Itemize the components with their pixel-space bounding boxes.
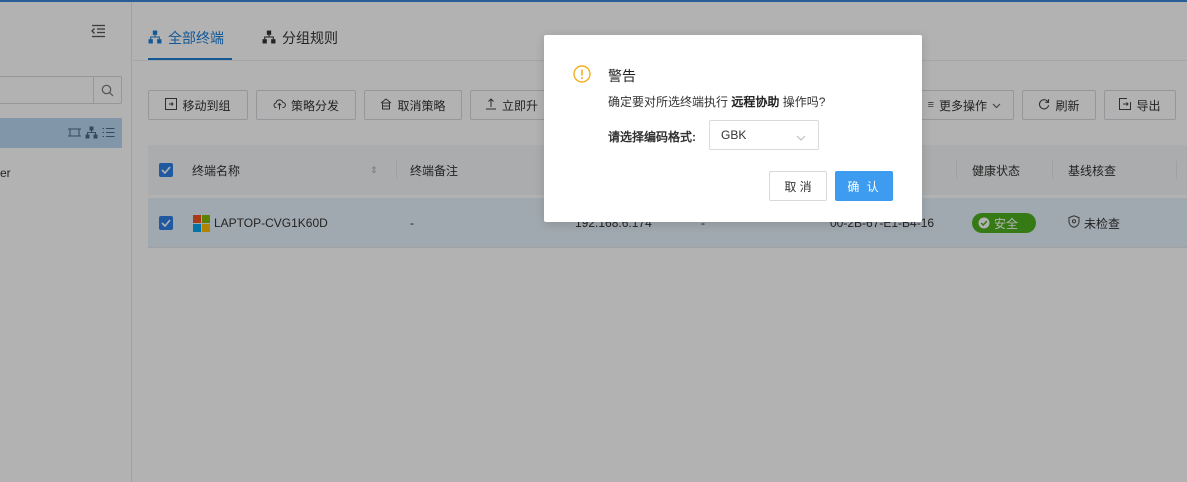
encoding-select[interactable]: GBK <box>709 120 819 150</box>
encoding-label: 请选择编码格式: <box>608 130 696 144</box>
encoding-value: GBK <box>721 128 747 142</box>
message-prefix: 确定要对所选终端执行 <box>608 95 729 109</box>
cancel-button[interactable]: 取 消 <box>769 171 827 201</box>
confirm-button[interactable]: 确 认 <box>835 171 893 201</box>
warning-icon <box>573 65 591 83</box>
action-name: 远程协助 <box>731 95 780 109</box>
dialog-title: 警告 <box>608 68 636 84</box>
chevron-down-icon <box>796 131 806 141</box>
warning-dialog: 警告 确定要对所选终端执行 远程协助 操作吗? 请选择编码格式: GBK 取 消… <box>544 35 922 222</box>
dialog-message: 确定要对所选终端执行 远程协助 操作吗? <box>608 93 825 110</box>
message-suffix: 操作吗? <box>782 95 826 109</box>
